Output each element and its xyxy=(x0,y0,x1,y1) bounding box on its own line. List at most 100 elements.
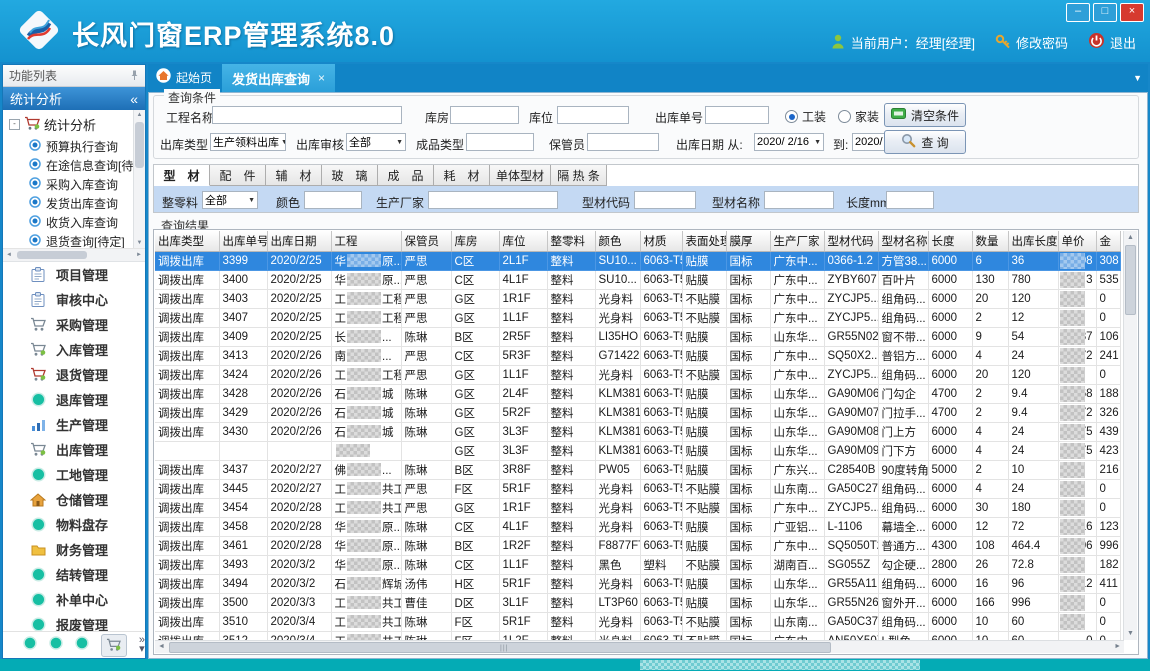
tree-item-3[interactable]: 发货出库查询 xyxy=(3,194,145,213)
tab-shipping-query[interactable]: 发货出库查询 × xyxy=(222,64,335,92)
tree-horizontal-scrollbar[interactable]: ◄ ► xyxy=(3,249,145,262)
change-password-button[interactable]: 修改密码 xyxy=(995,33,1068,52)
column-header[interactable]: 表面处理 xyxy=(682,231,726,252)
column-header[interactable]: 出库类型 xyxy=(155,231,219,252)
column-header[interactable]: 整零料 xyxy=(547,231,595,252)
sidebar-item-1[interactable]: 审核中心 xyxy=(3,287,145,312)
table-row[interactable]: 调拨出库34242020/2/26工工程严思G区1L1F整料光身料6063-T5… xyxy=(155,366,1120,385)
table-row[interactable]: 调拨出库34932020/3/2华原...陈琳C区1L1F整料黑色塑料不贴膜国标… xyxy=(155,556,1120,575)
material-tab-4[interactable]: 成 品 xyxy=(378,165,434,186)
sidebar-item-9[interactable]: 仓储管理 xyxy=(3,487,145,512)
pin-icon[interactable] xyxy=(130,69,139,83)
scroll-left-icon[interactable]: ◄ xyxy=(158,643,165,650)
scrollbar-thumb[interactable] xyxy=(135,122,144,168)
table-row[interactable]: 调拨出库34582020/2/28华原...陈琳C区4L1F整料光身料6063-… xyxy=(155,518,1120,537)
sidebar-item-8[interactable]: 工地管理 xyxy=(3,462,145,487)
table-row[interactable]: 调拨出库34132020/2/26南...严思C区5R3F整料G71422606… xyxy=(155,347,1120,366)
stats-group-header[interactable]: 统计分析 « xyxy=(3,87,145,110)
tree-item-5[interactable]: 退货查询[待定] xyxy=(3,232,145,249)
column-header[interactable]: 库房 xyxy=(451,231,499,252)
column-header[interactable]: 库位 xyxy=(499,231,547,252)
table-row[interactable]: 调拨出库34302020/2/26石城陈琳G区3L3F整料KLM38176063… xyxy=(155,423,1120,442)
tree-root-stats[interactable]: - 统计分析 xyxy=(3,110,145,137)
table-row[interactable]: 调拨出库34032020/2/25工工程严思G区1R1F整料光身料6063-T5… xyxy=(155,290,1120,309)
scrollbar-thumb[interactable] xyxy=(17,251,87,259)
sidebar-item-0[interactable]: 项目管理 xyxy=(3,262,145,287)
column-header[interactable]: 出库单号 xyxy=(219,231,267,252)
sidebar-item-5[interactable]: 退库管理 xyxy=(3,387,145,412)
clear-conditions-button[interactable]: 清空条件 xyxy=(884,103,966,127)
sidebar-item-13[interactable]: 补单中心 xyxy=(3,587,145,612)
search-button[interactable]: 查 询 xyxy=(884,130,966,154)
code-input[interactable] xyxy=(634,191,696,209)
outbound-type-select[interactable]: 生产领料出库▼ xyxy=(210,133,286,151)
material-tab-7[interactable]: 隔 热 条 xyxy=(551,165,607,186)
maximize-button[interactable]: □ xyxy=(1093,3,1117,22)
table-row[interactable]: 调拨出库34282020/2/26石城陈琳G区2L4F整料KLM38176063… xyxy=(155,385,1120,404)
sidebar-item-3[interactable]: 入库管理 xyxy=(3,337,145,362)
column-header[interactable]: 型材名称 xyxy=(878,231,928,252)
scroll-down-icon[interactable]: ▼ xyxy=(1124,630,1137,637)
sidebar-overflow-button[interactable]: »▾ xyxy=(139,636,145,654)
table-row[interactable]: 调拨出库34612020/2/28华原...陈琳B区1R2F整料F8877FT6… xyxy=(155,537,1120,556)
collapse-icon[interactable]: « xyxy=(130,91,138,107)
tab-close-icon[interactable]: × xyxy=(318,71,325,85)
tab-overflow-icon[interactable]: ▼ xyxy=(1133,73,1142,83)
column-header[interactable]: 生产厂家 xyxy=(770,231,824,252)
date-from-select[interactable]: 2020/ 2/16▼ xyxy=(754,133,824,151)
column-header[interactable]: 工程 xyxy=(331,231,401,252)
scroll-up-icon[interactable]: ▲ xyxy=(134,112,145,118)
column-header[interactable]: 金 xyxy=(1096,231,1120,252)
material-tab-5[interactable]: 耗 材 xyxy=(434,165,490,186)
column-header[interactable]: 长度 xyxy=(928,231,972,252)
sidebar-item-12[interactable]: 结转管理 xyxy=(3,562,145,587)
minimize-button[interactable]: – xyxy=(1066,3,1090,22)
product-type-input[interactable] xyxy=(466,133,534,151)
room-input[interactable] xyxy=(450,106,519,124)
table-row[interactable]: 调拨出库34452020/2/27工共工程严思F区5R1F整料光身料6063-T… xyxy=(155,480,1120,499)
column-header[interactable]: 出库日期 xyxy=(267,231,331,252)
order-no-input[interactable] xyxy=(705,106,769,124)
tree-item-1[interactable]: 在途信息查询[待 xyxy=(3,156,145,175)
material-tab-0[interactable]: 型 材 xyxy=(154,165,210,186)
table-row[interactable]: 调拨出库34542020/2/28工共工程严思G区1R1F整料光身料6063-T… xyxy=(155,499,1120,518)
scrollbar-thumb[interactable] xyxy=(1125,245,1136,315)
name-input[interactable] xyxy=(764,191,834,209)
material-tab-6[interactable]: 单体型材 xyxy=(490,165,551,186)
tree-item-2[interactable]: 采购入库查询 xyxy=(3,175,145,194)
grid-horizontal-scrollbar[interactable]: ◄ ||| ► xyxy=(155,640,1124,653)
tree-vertical-scrollbar[interactable]: ▲ ▼ xyxy=(133,110,145,248)
column-header[interactable]: 单价 xyxy=(1058,231,1096,252)
slot-input[interactable] xyxy=(557,106,629,124)
table-row[interactable]: 调拨出库34072020/2/25工工程严思G区1L1F整料光身料6063-T5… xyxy=(155,309,1120,328)
radio-work-install[interactable]: 工装 xyxy=(785,108,826,125)
table-row[interactable]: 调拨出库34002020/2/25华原...严思C区4L1F整料SU10...6… xyxy=(155,271,1120,290)
nav-dot-icon[interactable] xyxy=(75,636,89,655)
scrollbar-thumb[interactable]: ||| xyxy=(169,642,831,653)
table-row[interactable]: 调拨出库34092020/2/25长...陈琳B区2R5F整料LI35HO606… xyxy=(155,328,1120,347)
tree-expander-icon[interactable]: - xyxy=(9,119,20,130)
scroll-left-icon[interactable]: ◄ xyxy=(6,252,12,258)
material-tab-1[interactable]: 配 件 xyxy=(210,165,266,186)
sidebar-item-11[interactable]: 财务管理 xyxy=(3,537,145,562)
color-input[interactable] xyxy=(304,191,362,209)
nav-dot-icon[interactable] xyxy=(23,636,37,655)
column-header[interactable]: 颜色 xyxy=(595,231,640,252)
table-row[interactable]: 调拨出库33992020/2/25华原...严思C区2L1F整料SU10...6… xyxy=(155,252,1120,271)
nav-dot-icon[interactable] xyxy=(49,636,63,655)
scroll-right-icon[interactable]: ► xyxy=(136,252,142,258)
column-header[interactable]: 保管员 xyxy=(401,231,451,252)
project-name-input[interactable] xyxy=(212,106,402,124)
grid-vertical-scrollbar[interactable]: ▲ ▼ xyxy=(1123,231,1137,640)
material-tab-2[interactable]: 辅 材 xyxy=(266,165,322,186)
part-select[interactable]: 全部▼ xyxy=(202,191,258,209)
audit-select[interactable]: 全部▼ xyxy=(346,133,406,151)
sidebar-item-6[interactable]: 生产管理 xyxy=(3,412,145,437)
close-button[interactable]: × xyxy=(1120,3,1144,22)
keeper-input[interactable] xyxy=(587,133,659,151)
column-header[interactable]: 型材代码 xyxy=(824,231,878,252)
sidebar-item-7[interactable]: 出库管理 xyxy=(3,437,145,462)
table-row[interactable]: 调拨出库34372020/2/27佛...陈琳B区3R8F整料PW056063-… xyxy=(155,461,1120,480)
table-row[interactable]: G区3L3F整料KLM38176063-T5贴膜国标山东华...GA90M09.… xyxy=(155,442,1120,461)
column-header[interactable]: 数量 xyxy=(972,231,1008,252)
